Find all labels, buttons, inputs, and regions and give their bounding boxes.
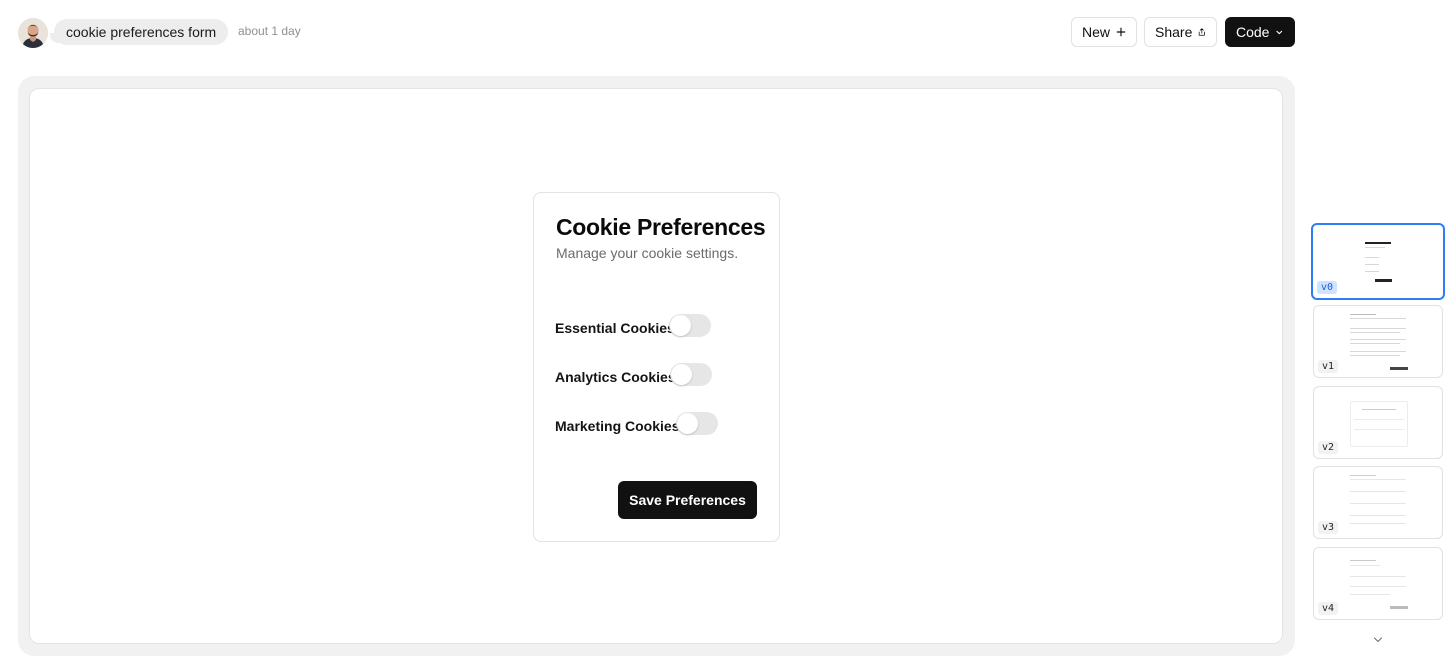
- share-button-label: Share: [1155, 24, 1193, 40]
- analytics-cookies-label: Analytics Cookies: [555, 369, 676, 385]
- new-button-label: New: [1082, 24, 1111, 40]
- thumb-line: [1350, 576, 1406, 577]
- marketing-cookies-toggle[interactable]: [676, 412, 718, 435]
- thumb-title: [1365, 242, 1391, 244]
- thumb-line: [1350, 586, 1406, 587]
- version-label: v4: [1318, 602, 1339, 615]
- toggle-knob: [670, 315, 691, 336]
- top-bar: cookie preferences form about 1 day New …: [0, 0, 1456, 64]
- version-thumbnail-v1[interactable]: v1: [1313, 305, 1443, 378]
- thumb-line: [1365, 257, 1379, 258]
- version-thumbnail-v0[interactable]: v0: [1311, 223, 1445, 300]
- thumb-button: [1390, 606, 1408, 609]
- timestamp: about 1 day: [238, 24, 301, 38]
- thumb-line: [1350, 503, 1406, 504]
- thumb-line: [1365, 247, 1385, 248]
- version-thumbnail-v3[interactable]: v3: [1313, 466, 1443, 539]
- version-label: v2: [1318, 441, 1339, 454]
- thumb-line: [1365, 271, 1379, 272]
- thumb-line: [1350, 314, 1376, 315]
- thumb-line: [1350, 560, 1376, 561]
- thumb-button: [1390, 367, 1408, 370]
- thumb-line: [1350, 328, 1406, 329]
- thumb-line: [1350, 343, 1400, 344]
- prompt-bubble[interactable]: cookie preferences form: [49, 19, 229, 45]
- thumb-line: [1362, 409, 1396, 410]
- essential-cookies-toggle[interactable]: [669, 314, 711, 337]
- share-icon: [1199, 28, 1206, 36]
- thumb-line: [1350, 491, 1406, 492]
- code-button[interactable]: Code: [1225, 17, 1295, 47]
- share-button[interactable]: Share: [1144, 17, 1217, 47]
- thumb-line: [1350, 339, 1406, 340]
- marketing-cookies-label: Marketing Cookies: [555, 418, 680, 434]
- card-subtitle: Manage your cookie settings.: [556, 245, 739, 261]
- thumb-line: [1350, 332, 1400, 333]
- thumb-line: [1354, 429, 1404, 430]
- thumb-line: [1350, 318, 1406, 319]
- code-button-label: Code: [1236, 24, 1270, 40]
- scroll-versions-chevron-down-icon[interactable]: [1372, 632, 1384, 650]
- thumb-line: [1350, 515, 1406, 516]
- thumb-line: [1350, 351, 1406, 352]
- thumb-line: [1350, 565, 1380, 566]
- version-label: v3: [1318, 521, 1339, 534]
- essential-cookies-label: Essential Cookies: [555, 320, 675, 336]
- analytics-cookies-toggle[interactable]: [670, 363, 712, 386]
- plus-icon: [1116, 27, 1126, 37]
- avatar[interactable]: [18, 18, 48, 48]
- toggle-knob: [671, 364, 692, 385]
- version-thumbnail-v4[interactable]: v4: [1313, 547, 1443, 620]
- version-thumbnail-v2[interactable]: v2: [1313, 386, 1443, 459]
- thumb-box: [1350, 401, 1408, 447]
- toggle-knob: [677, 413, 698, 434]
- thumb-line: [1350, 594, 1390, 595]
- save-preferences-button[interactable]: Save Preferences: [618, 481, 757, 519]
- thumb-line: [1365, 264, 1379, 265]
- thumb-line: [1350, 475, 1376, 476]
- thumb-button: [1375, 279, 1392, 282]
- chevron-down-icon: [1276, 30, 1283, 34]
- thumb-line: [1354, 419, 1404, 420]
- new-button[interactable]: New: [1071, 17, 1137, 47]
- version-label: v0: [1317, 281, 1338, 294]
- version-label: v1: [1318, 360, 1339, 373]
- thumb-line: [1350, 523, 1406, 524]
- thumb-line: [1350, 355, 1400, 356]
- thumb-line: [1350, 479, 1406, 480]
- card-title: Cookie Preferences: [556, 214, 766, 240]
